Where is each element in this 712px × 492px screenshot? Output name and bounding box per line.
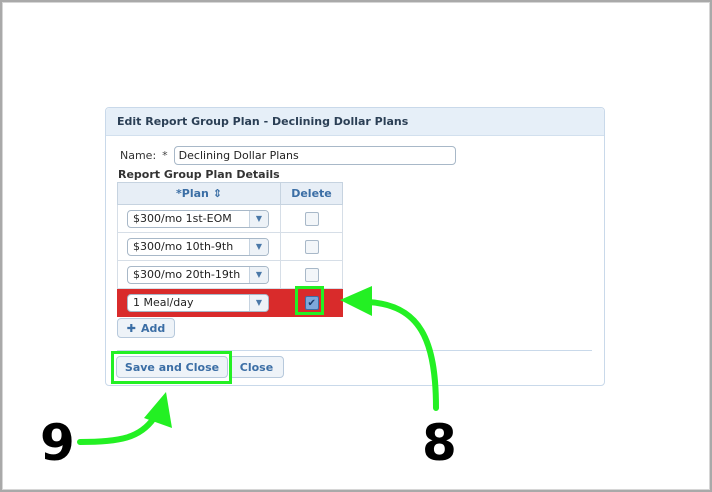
- plan-select-value: $300/mo 10th-9th: [133, 240, 234, 253]
- table-row: $300/mo 20th-19th ▼: [117, 260, 343, 289]
- plan-select[interactable]: $300/mo 1st-EOM ▼: [127, 209, 269, 228]
- chevron-down-icon[interactable]: ▼: [249, 266, 268, 283]
- close-button[interactable]: Close: [229, 356, 284, 378]
- name-row: Name: *: [120, 145, 456, 166]
- save-button-highlight: [111, 351, 232, 384]
- checkbox-highlight: [295, 286, 324, 315]
- table-row: $300/mo 10th-9th ▼: [117, 232, 343, 261]
- plan-select-value: $300/mo 20th-19th: [133, 268, 241, 281]
- plus-icon: ✚: [126, 321, 136, 335]
- sort-icon: ⇕: [212, 187, 222, 200]
- plan-select-value: 1 Meal/day: [133, 296, 194, 309]
- edit-report-group-plan-dialog: Edit Report Group Plan - Declining Dolla…: [105, 107, 605, 386]
- delete-checkbox[interactable]: [304, 239, 319, 254]
- delete-column-header: Delete: [280, 182, 343, 205]
- dialog-title: Edit Report Group Plan - Declining Dolla…: [106, 108, 604, 136]
- delete-checkbox[interactable]: [304, 267, 319, 282]
- plan-header-label: *Plan: [176, 187, 209, 200]
- step-9-marker: 9: [40, 414, 75, 472]
- chevron-down-icon[interactable]: ▼: [249, 210, 268, 227]
- table-row: $300/mo 1st-EOM ▼: [117, 204, 343, 233]
- section-title: Report Group Plan Details: [118, 168, 280, 181]
- required-mark: *: [162, 149, 168, 162]
- plan-column-header[interactable]: *Plan ⇕: [117, 182, 281, 205]
- name-label: Name:: [120, 149, 157, 162]
- chevron-down-icon[interactable]: ▼: [249, 294, 268, 311]
- add-button[interactable]: ✚ Add: [117, 318, 175, 338]
- plan-select[interactable]: $300/mo 10th-9th ▼: [127, 237, 269, 256]
- step-8-marker: 8: [422, 414, 457, 472]
- plan-select-value: $300/mo 1st-EOM: [133, 212, 232, 225]
- delete-checkbox[interactable]: [304, 211, 319, 226]
- chevron-down-icon[interactable]: ▼: [249, 238, 268, 255]
- plan-select[interactable]: $300/mo 20th-19th ▼: [127, 265, 269, 284]
- name-input[interactable]: [173, 146, 456, 165]
- add-button-label: Add: [140, 321, 166, 335]
- plan-select[interactable]: 1 Meal/day ▼: [127, 293, 269, 312]
